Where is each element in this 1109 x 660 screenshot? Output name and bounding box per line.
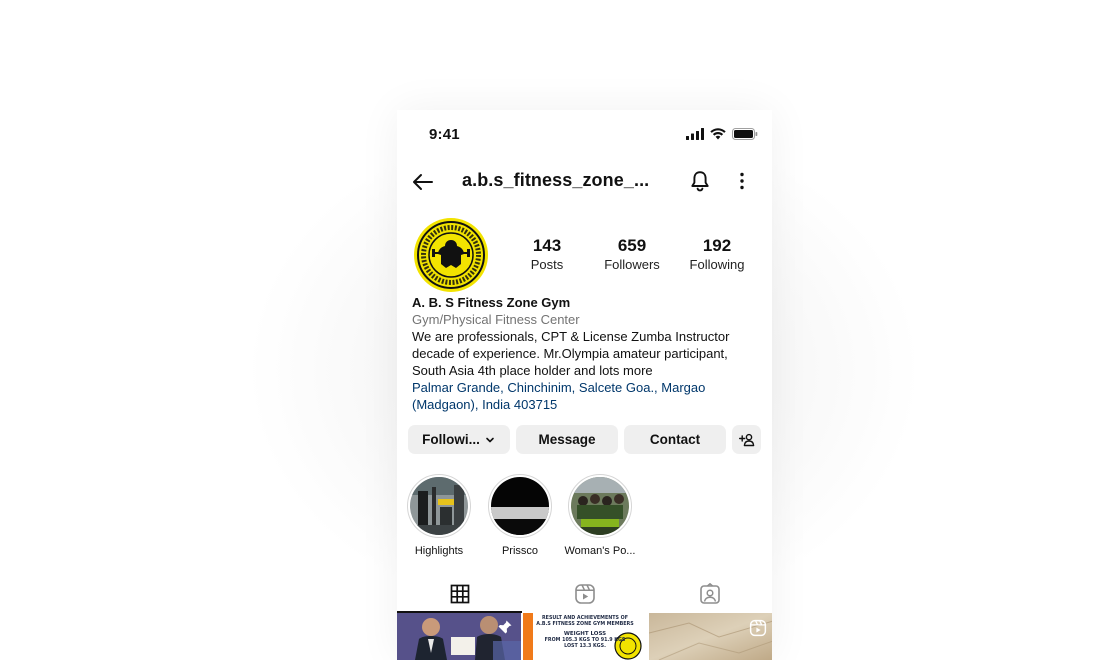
post-caption: RESULT AND ACHIEVEMENTS OF A.B.S FITNESS… bbox=[523, 616, 647, 650]
bio-line: We are professionals, CPT & License Zumb… bbox=[412, 329, 730, 344]
address-link[interactable]: Palmar Grande, Chinchinim, Salcete Goa.,… bbox=[412, 379, 757, 413]
battery-icon bbox=[732, 128, 758, 140]
following-button-label: Followi... bbox=[422, 432, 480, 447]
profile-tabs bbox=[397, 576, 772, 613]
profile-avatar[interactable] bbox=[414, 218, 488, 292]
phone-frame: 9:41 a.b.s_fitness_zone_... 143 Posts 65… bbox=[397, 110, 772, 660]
post-tile[interactable] bbox=[397, 613, 521, 660]
posts-stat[interactable]: 143 Posts bbox=[502, 236, 592, 274]
pin-icon bbox=[498, 620, 512, 634]
highlight-cover bbox=[491, 477, 549, 535]
following-count: 192 bbox=[702, 236, 732, 255]
more-options-button[interactable] bbox=[730, 169, 754, 193]
bell-icon bbox=[691, 171, 709, 192]
followers-label: Followers bbox=[604, 257, 660, 272]
highlight-cover bbox=[410, 477, 468, 535]
tab-posts-grid[interactable] bbox=[397, 576, 522, 612]
chevron-down-icon bbox=[486, 437, 494, 442]
message-button[interactable]: Message bbox=[516, 425, 618, 454]
post-tile[interactable] bbox=[649, 613, 772, 660]
profile-category: Gym/Physical Fitness Center bbox=[412, 312, 580, 327]
followers-count: 659 bbox=[617, 236, 647, 255]
gym-equipment-image bbox=[410, 477, 468, 535]
story-highlights: Highlights Prissco Woman's Po... bbox=[397, 474, 772, 557]
profile-bio: A. B. S Fitness Zone Gym Gym/Physical Fi… bbox=[412, 294, 757, 413]
highlight-item[interactable]: Highlights bbox=[397, 474, 484, 558]
following-label: Following bbox=[689, 257, 745, 272]
tab-tagged[interactable] bbox=[647, 576, 772, 612]
post-caption-line: LOST 13.3 KGS. bbox=[564, 643, 606, 649]
highlight-label: Woman's Po... bbox=[564, 545, 636, 557]
bio-line: South Asia 4th place holder and lots mor… bbox=[412, 363, 653, 378]
bio-line: decade of experience. Mr.Olympia amateur… bbox=[412, 346, 728, 361]
address-line: (Madgaon), India 403715 bbox=[412, 397, 558, 412]
posts-label: Posts bbox=[530, 257, 564, 272]
reel-icon bbox=[749, 619, 767, 637]
posts-count: 143 bbox=[532, 236, 562, 255]
posts-grid: RESULT AND ACHIEVEMENTS OF A.B.S FITNESS… bbox=[397, 613, 772, 660]
highlight-ring bbox=[568, 474, 632, 538]
profile-name: A. B. S Fitness Zone Gym bbox=[412, 295, 571, 310]
address-line: Palmar Grande, Chinchinim, Salcete Goa.,… bbox=[412, 380, 706, 395]
post-caption-line: A.B.S FITNESS ZONE GYM MEMBERS bbox=[536, 622, 634, 628]
grid-icon bbox=[450, 584, 469, 604]
tab-reels[interactable] bbox=[522, 576, 647, 612]
following-button[interactable]: Followi... bbox=[408, 425, 510, 454]
highlight-item[interactable]: Prissco bbox=[475, 474, 565, 558]
group-photo-image bbox=[571, 477, 629, 535]
post-tile[interactable]: RESULT AND ACHIEVEMENTS OF A.B.S FITNESS… bbox=[523, 613, 647, 660]
status-icons bbox=[686, 128, 758, 140]
signal-icon bbox=[686, 128, 704, 140]
back-button[interactable] bbox=[411, 170, 435, 194]
notifications-button[interactable] bbox=[688, 169, 712, 193]
dark-cover-image bbox=[491, 477, 549, 535]
wifi-icon bbox=[710, 128, 726, 140]
profile-username: a.b.s_fitness_zone_... bbox=[462, 170, 650, 190]
message-button-label: Message bbox=[538, 432, 596, 447]
profile-actions: Followi... Message Contact bbox=[408, 425, 761, 455]
highlight-label: Prissco bbox=[501, 545, 539, 557]
followers-stat[interactable]: 659 Followers bbox=[587, 236, 677, 274]
highlight-label: Highlights bbox=[414, 545, 464, 557]
gym-logo bbox=[415, 219, 487, 291]
contact-button[interactable]: Contact bbox=[624, 425, 726, 454]
more-vertical-icon bbox=[740, 172, 744, 190]
add-person-icon bbox=[738, 433, 754, 446]
highlight-cover bbox=[571, 477, 629, 535]
tagged-person-icon bbox=[699, 583, 720, 604]
highlight-item[interactable]: Woman's Po... bbox=[555, 474, 645, 558]
following-stat[interactable]: 192 Following bbox=[672, 236, 762, 274]
status-time: 9:41 bbox=[429, 126, 460, 143]
arrow-left-icon bbox=[413, 174, 433, 190]
reels-icon bbox=[574, 584, 595, 604]
highlight-ring bbox=[488, 474, 552, 538]
highlight-ring bbox=[407, 474, 471, 538]
status-bar: 9:41 bbox=[397, 110, 772, 160]
contact-button-label: Contact bbox=[649, 432, 701, 447]
suggest-people-button[interactable] bbox=[732, 425, 761, 454]
profile-header: a.b.s_fitness_zone_... bbox=[397, 162, 772, 202]
